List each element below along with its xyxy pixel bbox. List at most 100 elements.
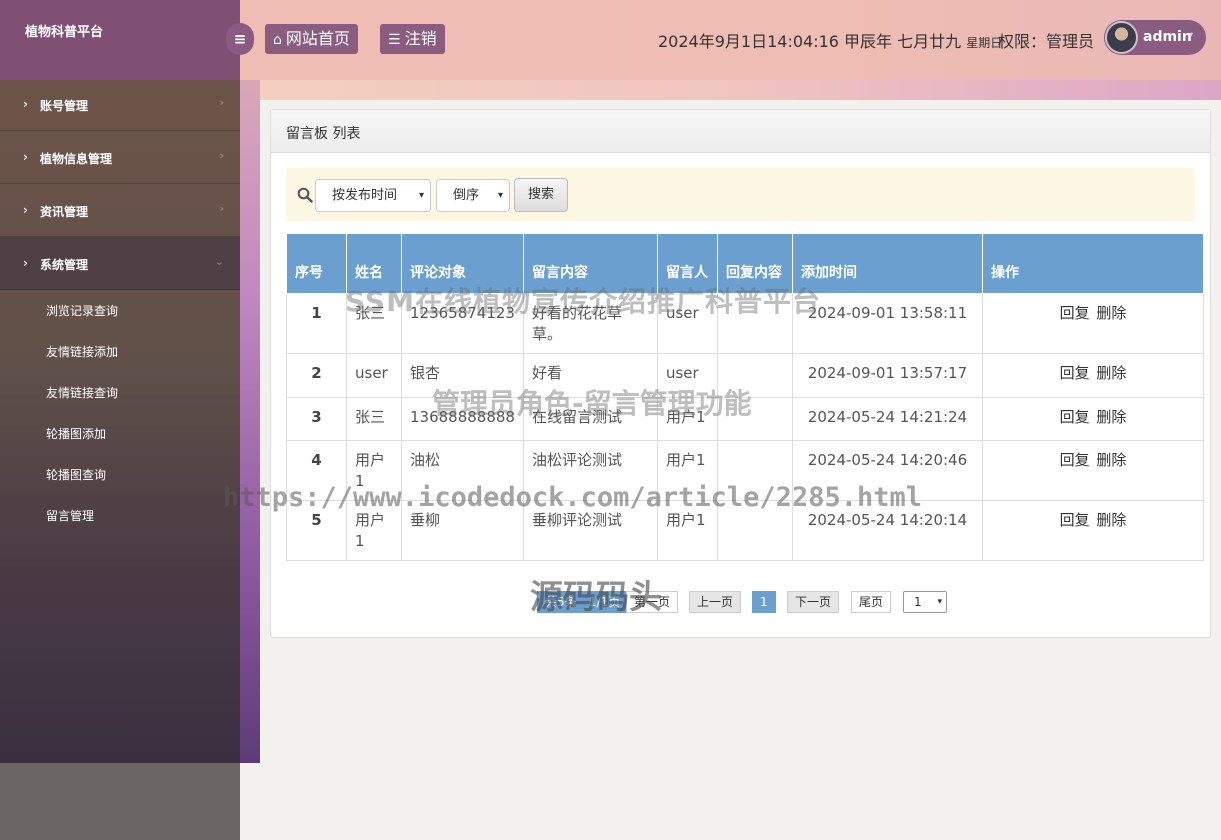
weekday-text: 星期日	[966, 36, 1003, 50]
reply-link[interactable]: 回复	[1060, 451, 1090, 469]
chevron-right-icon: ›	[23, 150, 28, 164]
sidebar-item-news[interactable]: › 资讯管理 ›	[0, 184, 240, 237]
cell-content: 油松评论测试	[522, 440, 658, 501]
home-button-label: 网站首页	[285, 29, 350, 48]
cell-no: 1	[286, 293, 347, 354]
cell-reply	[716, 440, 793, 501]
sidebar-item-plant-info[interactable]: › 植物信息管理 ›	[0, 131, 240, 184]
delete-link[interactable]: 删除	[1096, 408, 1126, 426]
cell-no: 5	[286, 500, 347, 561]
delete-link[interactable]: 删除	[1096, 451, 1126, 469]
chevron-down-icon: ▾	[497, 190, 503, 201]
cell-target: 油松	[401, 440, 524, 501]
sidebar-item-label: 系统管理	[40, 258, 89, 272]
cell-name: 用户1	[346, 500, 402, 561]
sidebar-subitem-label: 友情链接添加	[46, 345, 119, 359]
cell-reply	[716, 397, 793, 441]
pager-current-page[interactable]: 1	[752, 591, 776, 613]
reply-link[interactable]: 回复	[1060, 304, 1090, 322]
brand-header: 植物科普平台	[0, 0, 240, 80]
cell-author: 用户1	[656, 500, 718, 561]
reply-link[interactable]: 回复	[1060, 511, 1090, 529]
home-button[interactable]: ⌂ 网站首页	[265, 24, 358, 54]
delete-link[interactable]: 删除	[1096, 304, 1126, 322]
sidebar-subitem-label: 浏览记录查询	[46, 304, 119, 318]
cell-no: 4	[286, 440, 347, 501]
cell-reply	[716, 293, 793, 354]
sort-order-value: 倒序	[453, 188, 480, 203]
pager-jump-select[interactable]: 1 ▾	[903, 591, 947, 613]
cell-actions: 回复 删除	[981, 440, 1204, 501]
sidebar-toggle-button[interactable]: ≡	[226, 23, 254, 55]
sidebar-subitem-link-query[interactable]: 友情链接查询	[0, 372, 240, 413]
sidebar-subitem-label: 轮播图查询	[46, 468, 107, 482]
cell-time: 2024-05-24 14:20:14	[791, 500, 983, 561]
sidebar-subitem-label: 友情链接查询	[46, 386, 119, 400]
column-header: 姓名	[346, 233, 402, 294]
logout-button-label: 注销	[404, 29, 437, 48]
table-row: 2 user 银杏 好看 user 2024-09-01 13:57:17 回复…	[286, 353, 1204, 398]
cell-actions: 回复 删除	[981, 397, 1204, 441]
list-icon: ☰	[388, 32, 401, 48]
sidebar-menu: › 账号管理 › › 植物信息管理 › › 资讯管理 › › 系统管理 ⌄ 浏览…	[0, 78, 240, 536]
datetime-text: 2024年9月1日14:04:16 甲辰年 七月廿九	[658, 32, 962, 51]
home-icon: ⌂	[273, 32, 282, 48]
delete-link[interactable]: 删除	[1096, 364, 1126, 382]
pager-last-button[interactable]: 尾页	[851, 591, 892, 613]
pager-first-button[interactable]: 第一页	[626, 591, 679, 613]
cell-time: 2024-05-24 14:20:46	[791, 440, 983, 501]
sidebar-item-account[interactable]: › 账号管理 ›	[0, 78, 240, 131]
pager-next-button[interactable]: 下一页	[787, 591, 840, 613]
top-bar-gradient-strip	[260, 80, 1221, 100]
caret-down-icon: ▾	[1188, 30, 1194, 41]
chevron-right-icon: ›	[219, 149, 224, 162]
cell-target: 垂柳	[401, 500, 524, 561]
chevron-down-icon: ⌄	[214, 255, 224, 268]
column-header: 回复内容	[716, 233, 793, 294]
table-header-row: 序号 姓名 评论对象 留言内容 留言人 回复内容 添加时间 操作	[286, 233, 1204, 294]
reply-link[interactable]: 回复	[1060, 408, 1090, 426]
delete-link[interactable]: 删除	[1096, 511, 1126, 529]
sidebar-subitem-label: 留言管理	[46, 509, 95, 523]
sort-field-select[interactable]: 按发布时间 ▾	[315, 179, 431, 212]
user-menu-button[interactable]: admin ▾	[1104, 20, 1206, 55]
logout-button[interactable]: ☰ 注销	[380, 24, 445, 54]
cell-actions: 回复 删除	[981, 500, 1204, 561]
cell-content: 垂柳评论测试	[522, 500, 658, 561]
cell-author: user	[656, 353, 718, 398]
sidebar-subitem-carousel-query[interactable]: 轮播图查询	[0, 454, 240, 495]
sidebar-item-label: 资讯管理	[40, 205, 89, 219]
sidebar-subitem-message[interactable]: 留言管理	[0, 495, 240, 536]
search-button[interactable]: 搜索	[514, 178, 568, 212]
column-header: 添加时间	[791, 233, 983, 294]
cell-name: 用户1	[346, 440, 402, 501]
cell-author: user	[656, 293, 718, 354]
sidebar-subitem-browse-history[interactable]: 浏览记录查询	[0, 290, 240, 331]
table-row: 1 张三 12365874123 好看的花花草草。 user 2024-09-0…	[286, 293, 1204, 354]
reply-link[interactable]: 回复	[1060, 364, 1090, 382]
cell-time: 2024-09-01 13:57:17	[791, 353, 983, 398]
column-header: 序号	[286, 233, 347, 294]
chevron-right-icon: ›	[219, 96, 224, 109]
cell-time: 2024-09-01 13:58:11	[791, 293, 983, 354]
chevron-down-icon: ▾	[937, 597, 942, 607]
table-row: 5 用户1 垂柳 垂柳评论测试 用户1 2024-05-24 14:20:14 …	[286, 500, 1204, 561]
cell-reply	[716, 500, 793, 561]
cell-target: 12365874123	[401, 293, 524, 354]
cell-no: 3	[286, 397, 347, 441]
table-row: 4 用户1 油松 油松评论测试 用户1 2024-05-24 14:20:46 …	[286, 440, 1204, 501]
pager-prev-button[interactable]: 上一页	[689, 591, 742, 613]
table-row: 3 张三 13688888888 在线留言测试 用户1 2024-05-24 1…	[286, 397, 1204, 441]
sidebar-subitem-carousel-add[interactable]: 轮播图添加	[0, 413, 240, 454]
search-icon	[297, 187, 313, 203]
chevron-right-icon: ›	[23, 97, 28, 111]
sidebar-subitem-link-add[interactable]: 友情链接添加	[0, 331, 240, 372]
cell-target: 银杏	[401, 353, 524, 398]
sort-order-select[interactable]: 倒序 ▾	[436, 179, 510, 212]
permission-text: 权限：管理员	[998, 32, 1095, 51]
sidebar-item-system[interactable]: › 系统管理 ⌄	[0, 237, 240, 290]
chevron-right-icon: ›	[23, 256, 28, 270]
cell-name: 张三	[346, 397, 402, 441]
search-bar: 按发布时间 ▾ 倒序 ▾ 搜索	[286, 168, 1195, 221]
pager-jump-value: 1	[914, 595, 922, 609]
